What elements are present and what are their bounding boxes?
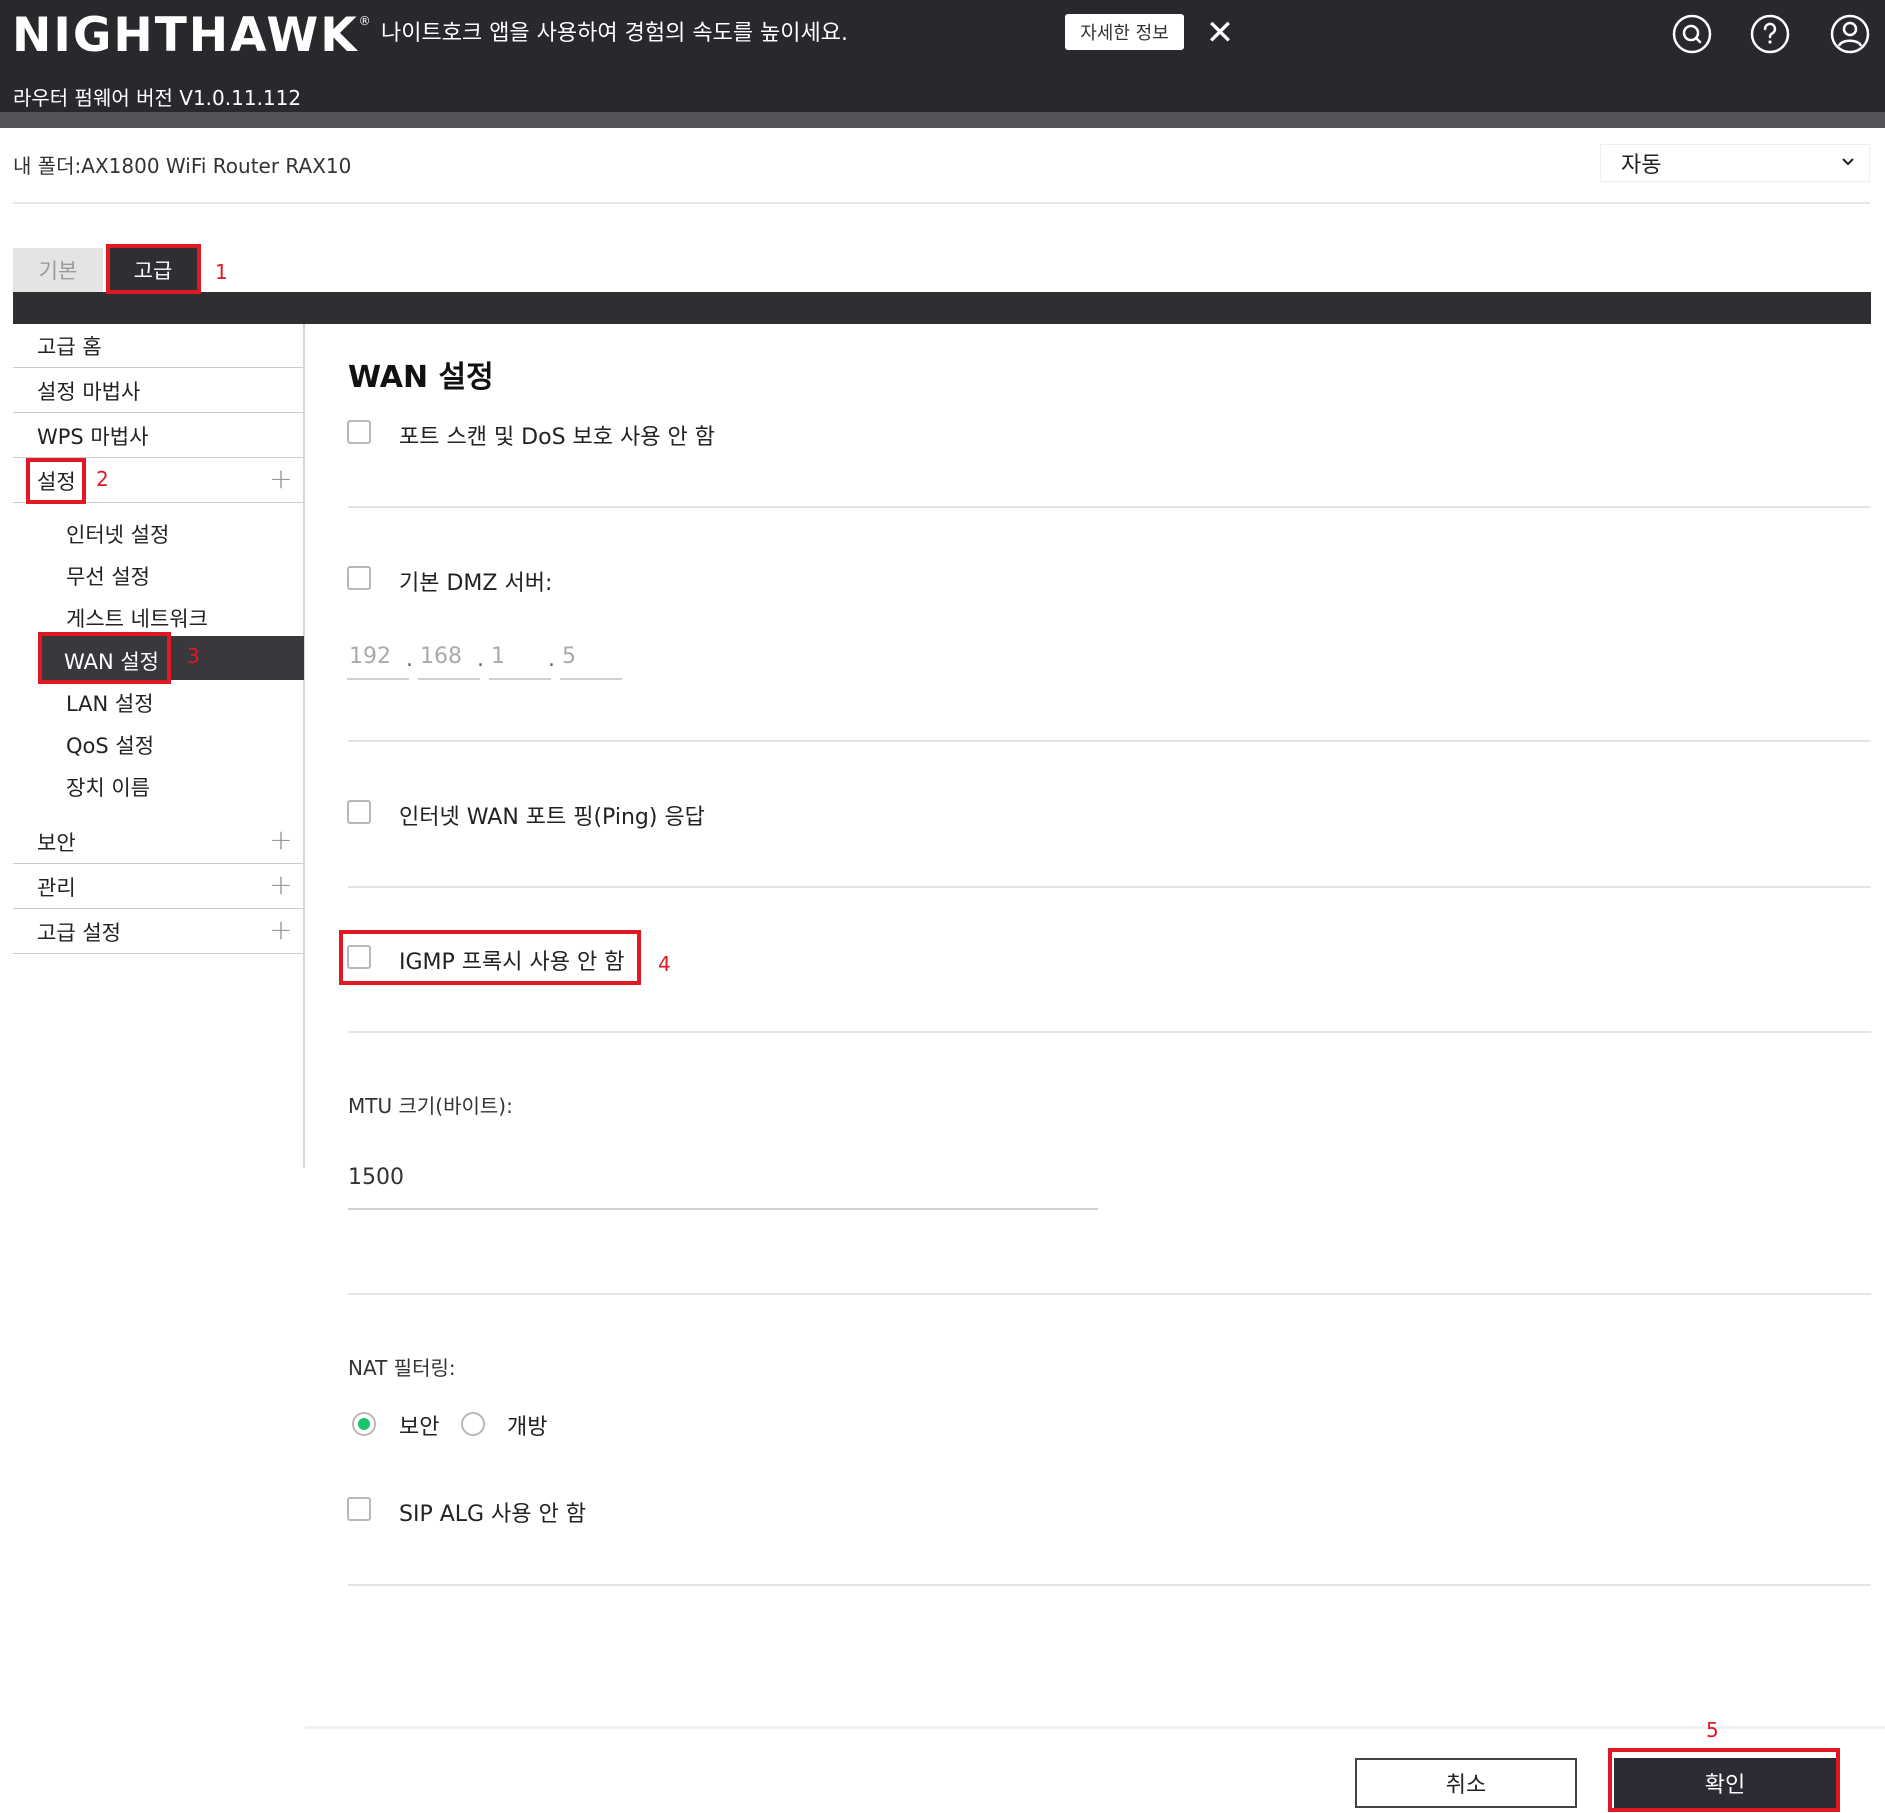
- promo-close-icon[interactable]: ✕: [1205, 13, 1235, 53]
- annotation-number-2: 2: [96, 467, 109, 491]
- tab-basic[interactable]: 기본: [13, 248, 103, 292]
- nat-open-radio[interactable]: [461, 1412, 485, 1436]
- nat-open-label: 개방: [507, 1415, 548, 1440]
- annotation-number-1: 1: [215, 260, 228, 284]
- plus-icon[interactable]: +: [269, 826, 293, 854]
- logo-text: NIGHTHAWK: [12, 8, 359, 63]
- sidebar: 고급 홈 설정 마법사 WPS 마법사 설정 + 보안 + 관리 + 고급 설정…: [13, 324, 305, 1168]
- nighthawk-logo: NIGHTHAWK®: [12, 8, 373, 63]
- sidebar-item-label: 설정 마법사: [37, 379, 141, 404]
- annotation-number-3: 3: [187, 644, 200, 668]
- sip-alg-checkbox[interactable]: [347, 1497, 371, 1521]
- section-divider: [348, 506, 1871, 508]
- sidebar-subitem-internet[interactable]: 인터넷 설정: [66, 519, 169, 549]
- nat-filtering-label: NAT 필터링:: [348, 1356, 456, 1380]
- section-divider: [348, 886, 1871, 888]
- ip-separator: .: [477, 647, 484, 672]
- annotation-number-4: 4: [658, 952, 671, 976]
- sidebar-item-wps-wizard[interactable]: WPS 마법사: [13, 414, 303, 458]
- sidebar-item-label: 고급 설정: [37, 920, 121, 945]
- sidebar-subitem-guest-network[interactable]: 게스트 네트워크: [66, 603, 208, 633]
- sidebar-item-settings[interactable]: 설정 +: [13, 459, 303, 503]
- sidebar-item-label: 고급 홈: [37, 334, 102, 359]
- firmware-version: 라우터 펌웨어 버전 V1.0.11.112: [13, 86, 302, 110]
- tab-band: [13, 292, 1871, 324]
- nat-secure-label: 보안: [399, 1415, 440, 1440]
- wan-ping-label: 인터넷 WAN 포트 핑(Ping) 응답: [399, 805, 705, 830]
- plus-icon[interactable]: +: [269, 916, 293, 944]
- dos-protection-checkbox[interactable]: [347, 420, 371, 444]
- tab-advanced[interactable]: 고급: [108, 248, 198, 292]
- cancel-button[interactable]: 취소: [1355, 1758, 1577, 1808]
- sidebar-subitem-device-name[interactable]: 장치 이름: [66, 772, 150, 802]
- ip-separator: .: [406, 647, 413, 672]
- promo-more-info-button[interactable]: 자세한 정보: [1065, 14, 1184, 50]
- annotation-number-5: 5: [1706, 1718, 1719, 1742]
- sidebar-item-admin[interactable]: 관리 +: [13, 865, 303, 909]
- ip-separator: .: [548, 647, 555, 672]
- header-divider: [0, 112, 1885, 128]
- sidebar-item-label: 설정: [37, 469, 76, 494]
- apply-button[interactable]: 확인: [1614, 1758, 1836, 1808]
- sidebar-item-advanced-home[interactable]: 고급 홈: [13, 324, 303, 368]
- sidebar-item-label: 관리: [37, 875, 76, 900]
- igmp-proxy-checkbox[interactable]: [347, 945, 371, 969]
- sidebar-subitem-wan[interactable]: WAN 설정: [64, 646, 159, 676]
- dmz-ip-octet-4[interactable]: 5: [560, 640, 622, 680]
- mtu-label: MTU 크기(바이트):: [348, 1094, 513, 1118]
- chevron-down-icon: [1842, 158, 1854, 166]
- dmz-ip-octet-3[interactable]: 1: [489, 640, 551, 680]
- section-divider: [348, 1031, 1871, 1033]
- search-icon[interactable]: [1672, 14, 1712, 54]
- sidebar-item-setup-wizard[interactable]: 설정 마법사: [13, 369, 303, 413]
- sidebar-subitem-qos[interactable]: QoS 설정: [66, 730, 154, 760]
- footer-divider: [305, 1726, 1885, 1729]
- sidebar-item-advanced-setup[interactable]: 고급 설정 +: [13, 910, 303, 954]
- logo-trademark: ®: [358, 14, 373, 28]
- help-icon[interactable]: [1750, 14, 1790, 54]
- section-divider: [348, 740, 1871, 742]
- plus-icon[interactable]: +: [269, 465, 293, 493]
- language-select[interactable]: 자동: [1600, 144, 1870, 182]
- igmp-proxy-label: IGMP 프록시 사용 안 함: [399, 950, 625, 975]
- top-header: NIGHTHAWK® 나이트호크 앱을 사용하여 경험의 속도를 높이세요. 자…: [0, 0, 1885, 112]
- promo-text: 나이트호크 앱을 사용하여 경험의 속도를 높이세요.: [381, 21, 849, 46]
- sidebar-subitem-lan[interactable]: LAN 설정: [66, 688, 154, 718]
- dmz-ip-octet-2[interactable]: 168: [418, 640, 480, 680]
- nat-secure-radio[interactable]: [352, 1412, 376, 1436]
- dmz-checkbox[interactable]: [347, 566, 371, 590]
- breadcrumb-divider: [13, 202, 1870, 204]
- sidebar-item-label: 보안: [37, 830, 76, 855]
- plus-icon[interactable]: +: [269, 871, 293, 899]
- user-icon[interactable]: [1830, 14, 1870, 54]
- language-selected: 자동: [1621, 153, 1662, 178]
- section-divider: [348, 1584, 1871, 1586]
- sidebar-item-security[interactable]: 보안 +: [13, 820, 303, 864]
- sidebar-subitem-wireless[interactable]: 무선 설정: [66, 561, 150, 591]
- page-title: WAN 설정: [348, 360, 494, 395]
- dos-protection-label: 포트 스캔 및 DoS 보호 사용 안 함: [399, 425, 715, 450]
- breadcrumb: 내 폴더:AX1800 WiFi Router RAX10: [13, 154, 352, 178]
- section-divider: [348, 1293, 1871, 1295]
- sidebar-item-label: WPS 마법사: [37, 424, 149, 449]
- dmz-label: 기본 DMZ 서버:: [399, 571, 553, 596]
- dmz-ip-octet-1[interactable]: 192: [347, 640, 409, 680]
- wan-ping-checkbox[interactable]: [347, 800, 371, 824]
- mtu-input[interactable]: 1500: [348, 1158, 1098, 1210]
- sip-alg-label: SIP ALG 사용 안 함: [399, 1502, 587, 1527]
